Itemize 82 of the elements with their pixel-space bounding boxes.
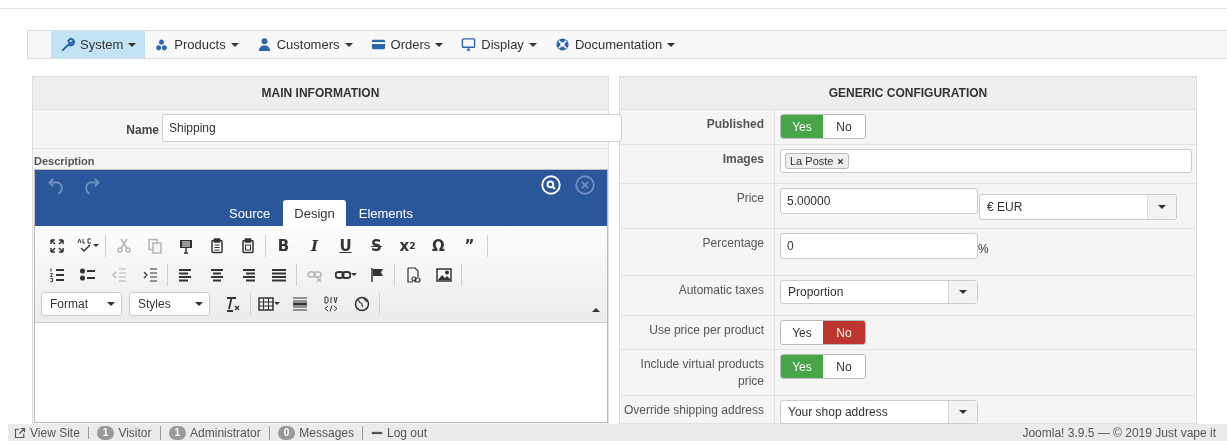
field-label: Images xyxy=(620,145,775,183)
menu-item[interactable]: Products xyxy=(145,31,248,58)
name-field[interactable]: Shipping xyxy=(162,113,622,142)
code-block-icon xyxy=(322,295,339,312)
view-site-link[interactable]: View Site xyxy=(14,426,89,439)
format-button[interactable]: B xyxy=(268,233,299,258)
field-label: Percentage xyxy=(620,229,775,275)
toggle-option[interactable]: No xyxy=(823,321,865,344)
price-field[interactable]: 5.00000 xyxy=(780,188,978,214)
unit-label: % xyxy=(978,241,989,256)
format-button[interactable]: ” xyxy=(454,233,485,258)
toggle-option[interactable]: No xyxy=(823,115,865,138)
image-icon xyxy=(435,266,452,283)
dropdown[interactable]: Styles xyxy=(129,291,210,316)
field-label: Published xyxy=(620,110,775,144)
align-left-icon xyxy=(177,266,194,283)
count-badge: 1 xyxy=(168,425,187,440)
logout-link[interactable]: Log out xyxy=(363,426,436,439)
align-center-icon xyxy=(208,266,225,283)
format-button[interactable]: x$^{2}$ xyxy=(392,233,423,258)
copy-icon xyxy=(146,237,163,254)
bullet-list-icon xyxy=(79,266,96,283)
panel-title: GENERIC CONFIGURATION xyxy=(620,77,1196,110)
field-label: Description xyxy=(33,148,608,169)
outdent-icon xyxy=(110,266,127,283)
numbered-list-icon xyxy=(48,266,65,283)
table-icon xyxy=(257,295,274,312)
clipboard-icon xyxy=(208,237,225,254)
status-label[interactable]: Visitor xyxy=(118,426,152,439)
menu-item[interactable]: System xyxy=(51,31,146,58)
clear-formatting-icon xyxy=(224,295,241,312)
cubes-icon xyxy=(154,37,170,52)
format-button[interactable]: U xyxy=(330,233,361,258)
format-button[interactable]: Ω xyxy=(423,233,454,258)
format-button[interactable]: I xyxy=(299,233,330,258)
search-button[interactable] xyxy=(541,175,561,195)
menu-item[interactable]: Customers xyxy=(247,31,362,58)
menu-item[interactable]: Orders xyxy=(361,31,453,58)
select-field[interactable]: Proportion xyxy=(780,280,978,304)
field-label: Name xyxy=(125,121,159,137)
life-ring-icon xyxy=(554,37,570,52)
toggle-option[interactable]: No xyxy=(823,355,865,378)
monitor-icon xyxy=(461,37,477,52)
menu-item[interactable]: Display xyxy=(452,31,546,58)
field-label: Include virtual products price xyxy=(620,350,775,395)
copyright-text: Joomla! 3.9.5 — © 2019 Just vape it xyxy=(1022,425,1217,440)
tag-field[interactable]: La Poste xyxy=(780,149,1192,173)
flag-icon xyxy=(368,266,385,283)
currency-select[interactable]: € EUR xyxy=(979,194,1177,220)
toggle-option[interactable]: Yes xyxy=(781,321,823,344)
clipboard-icon xyxy=(239,237,256,254)
collapse-icon[interactable] xyxy=(592,308,600,312)
count-badge: 1 xyxy=(96,425,115,440)
external-link-icon xyxy=(14,426,26,439)
spellcheck-icon xyxy=(76,237,93,254)
field-label: Use price per product xyxy=(620,316,775,349)
editor-tab[interactable]: Design xyxy=(283,200,346,226)
menu-item[interactable]: Documentation xyxy=(545,31,685,58)
close-icon xyxy=(575,175,595,195)
scissors-icon xyxy=(115,237,132,254)
search-icon xyxy=(541,175,561,195)
credit-card-icon xyxy=(370,37,386,52)
field-label: Price xyxy=(620,184,775,228)
fullscreen-icon xyxy=(48,237,65,254)
justify-icon xyxy=(270,266,287,283)
format-button[interactable]: S xyxy=(361,233,392,258)
document-link-icon xyxy=(404,266,421,283)
status-label[interactable]: Messages xyxy=(299,426,354,439)
user-icon xyxy=(256,37,272,52)
editor-tab[interactable]: Source xyxy=(218,200,282,226)
horizontal-rule-icon xyxy=(291,295,308,312)
editor-tab[interactable]: Elements xyxy=(347,200,424,226)
indent-icon xyxy=(141,266,158,283)
count-badge: 0 xyxy=(277,425,296,440)
dropdown[interactable]: Format xyxy=(41,291,122,316)
status-label[interactable]: Administrator xyxy=(190,426,261,439)
percentage-field[interactable]: 0 xyxy=(780,233,978,259)
field-label: Automatic taxes xyxy=(620,276,775,315)
panel-title: MAIN INFORMATION xyxy=(33,77,608,110)
tag: La Poste xyxy=(785,153,850,169)
remove-icon xyxy=(836,156,846,166)
select-field[interactable]: Your shop address xyxy=(780,400,978,424)
